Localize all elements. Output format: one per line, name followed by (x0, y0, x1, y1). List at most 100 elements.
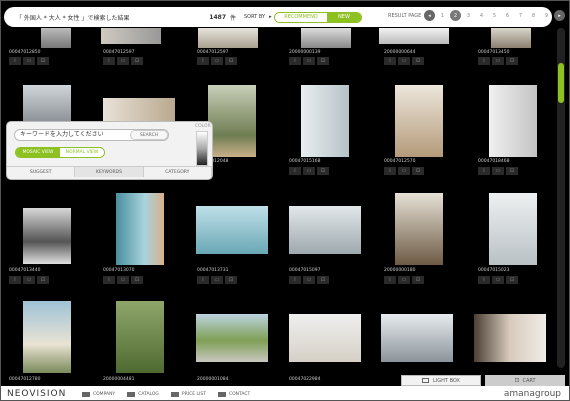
lightbox-icon[interactable]: ▭ (117, 57, 129, 65)
lightbox-icon[interactable]: ▭ (117, 276, 129, 284)
photo-thumbnail[interactable] (103, 98, 175, 122)
info-icon[interactable]: i (9, 57, 21, 65)
lightbox-icon[interactable]: ▭ (23, 276, 35, 284)
cart-icon[interactable]: ⊡ (317, 167, 329, 175)
lightbox-icon[interactable]: ▭ (398, 276, 410, 284)
footer-link-contact[interactable]: CONTACT (217, 391, 250, 397)
photo-thumbnail[interactable] (301, 28, 351, 48)
cart-icon[interactable]: ⊡ (506, 167, 518, 175)
info-icon[interactable]: i (384, 276, 396, 284)
info-icon[interactable]: i (289, 57, 301, 65)
info-icon[interactable]: i (9, 276, 21, 284)
page-link-current[interactable]: 2 (450, 10, 461, 21)
photo-thumbnail[interactable] (23, 301, 71, 373)
photo-thumbnail[interactable] (395, 193, 443, 265)
photo-thumbnail[interactable] (489, 193, 537, 265)
cart-icon[interactable]: ⊡ (317, 276, 329, 284)
lightbox-icon[interactable]: ▭ (492, 167, 504, 175)
lightbox-icon[interactable]: ▭ (211, 57, 223, 65)
photo-thumbnail[interactable] (489, 85, 537, 157)
lightbox-button[interactable]: LIGHT BOX (401, 375, 481, 386)
info-icon[interactable]: i (289, 167, 301, 175)
amanagroup-logo[interactable]: amanagroup (504, 389, 561, 399)
lightbox-icon[interactable]: ▭ (398, 57, 410, 65)
info-icon[interactable]: i (478, 276, 490, 284)
photo-thumbnail[interactable] (474, 314, 546, 362)
cart-icon[interactable]: ⊡ (317, 57, 329, 65)
lightbox-icon[interactable]: ▭ (398, 167, 410, 175)
cart-button[interactable]: ⊡ CART (485, 375, 565, 386)
photo-thumbnail[interactable] (379, 28, 449, 44)
cart-icon[interactable]: ⊡ (412, 276, 424, 284)
photo-thumbnail[interactable] (198, 28, 258, 48)
cart-icon[interactable]: ⊡ (131, 276, 143, 284)
info-icon[interactable]: i (384, 57, 396, 65)
cart-icon[interactable]: ⊡ (506, 276, 518, 284)
search-button[interactable]: SEARCH (130, 130, 168, 140)
cart-icon[interactable]: ⊡ (37, 57, 49, 65)
photo-thumbnail[interactable] (491, 28, 531, 48)
page-link[interactable]: 5 (489, 10, 500, 21)
footer-link-catalog[interactable]: CATALOG (127, 391, 159, 397)
lightbox-icon[interactable]: ▭ (492, 57, 504, 65)
cart-icon[interactable]: ⊡ (506, 57, 518, 65)
page-link[interactable]: 4 (476, 10, 487, 21)
photo-thumbnail[interactable] (23, 85, 71, 123)
cart-icon[interactable]: ⊡ (131, 57, 143, 65)
normal-view-button[interactable]: NORMAL VIEW (60, 148, 104, 157)
page-link[interactable]: 3 (463, 10, 474, 21)
sort-new-button[interactable]: NEW (327, 12, 361, 22)
page-link[interactable]: 1 (437, 10, 448, 21)
prev-page-icon[interactable]: ◂ (424, 10, 435, 21)
photo-thumbnail[interactable] (116, 301, 164, 373)
cart-icon[interactable]: ⊡ (225, 57, 237, 65)
lightbox-icon[interactable]: ▭ (303, 276, 315, 284)
tab-keywords[interactable]: KEYWORDS (75, 167, 144, 177)
thumb-actions: i ▭ ⊡ (103, 276, 145, 284)
page-link[interactable]: 7 (515, 10, 526, 21)
cart-icon[interactable]: ⊡ (412, 167, 424, 175)
lightbox-icon[interactable]: ▭ (211, 276, 223, 284)
lightbox-icon[interactable]: ▭ (23, 57, 35, 65)
photo-thumbnail[interactable] (381, 314, 453, 362)
sort-recommend-button[interactable]: RECOMMEND (274, 12, 328, 22)
next-page-icon[interactable]: ▸ (554, 10, 565, 21)
photo-thumbnail[interactable] (301, 85, 349, 157)
photo-thumbnail[interactable] (289, 314, 361, 362)
photo-thumbnail[interactable] (395, 85, 443, 157)
photo-thumbnail[interactable] (196, 206, 268, 254)
page-link[interactable]: 6 (502, 10, 513, 21)
info-icon[interactable]: i (384, 167, 396, 175)
info-icon[interactable]: i (478, 167, 490, 175)
photo-thumbnail[interactable] (101, 28, 161, 44)
info-icon[interactable]: i (103, 276, 115, 284)
lightbox-icon[interactable]: ▭ (492, 276, 504, 284)
lightbox-icon[interactable]: ▭ (303, 167, 315, 175)
photo-thumbnail[interactable] (196, 314, 268, 362)
lightbox-icon[interactable]: ▭ (303, 57, 315, 65)
photo-thumbnail[interactable] (208, 85, 256, 157)
photo-thumbnail[interactable] (289, 206, 361, 254)
tab-category[interactable]: CATEGORY (144, 167, 212, 177)
info-icon[interactable]: i (197, 276, 209, 284)
info-icon[interactable]: i (103, 57, 115, 65)
photo-thumbnail[interactable] (23, 208, 71, 264)
info-icon[interactable]: i (289, 276, 301, 284)
photo-thumbnail[interactable] (41, 28, 71, 48)
tab-suggest[interactable]: SUGGEST (7, 167, 76, 177)
cart-icon[interactable]: ⊡ (225, 276, 237, 284)
page-link[interactable]: 8 (528, 10, 539, 21)
footer-link-price-list[interactable]: PRICE LIST (170, 391, 206, 397)
cart-icon[interactable]: ⊡ (37, 276, 49, 284)
cart-icon[interactable]: ⊡ (412, 57, 424, 65)
info-icon[interactable]: i (478, 57, 490, 65)
scrollbar-thumb[interactable] (558, 63, 564, 103)
page-link[interactable]: 9 (541, 10, 552, 21)
photo-thumbnail[interactable] (116, 193, 164, 265)
thumb-actions: i ▭ ⊡ (289, 167, 331, 175)
footer-link-company[interactable]: COMPANY (82, 391, 115, 397)
color-slider[interactable] (196, 131, 208, 166)
mosaic-view-button[interactable]: MOSAIC VIEW (16, 148, 60, 157)
neovision-logo[interactable]: NEOVISION (7, 389, 82, 399)
info-icon[interactable]: i (197, 57, 209, 65)
